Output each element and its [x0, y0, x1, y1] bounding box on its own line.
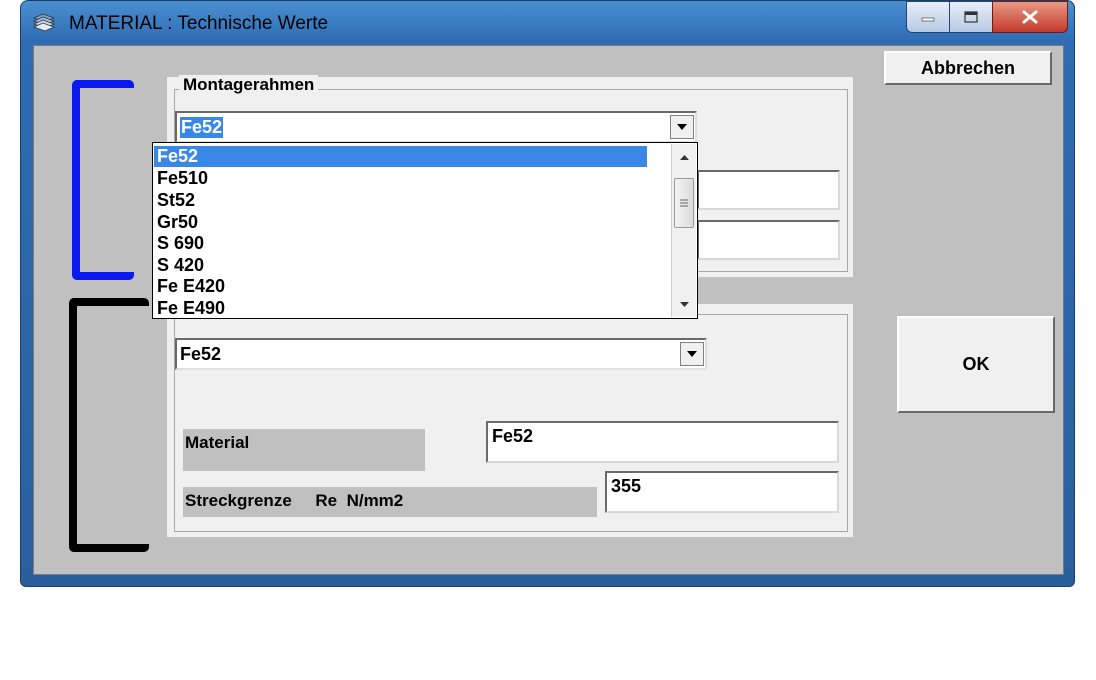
grip-icon [680, 199, 688, 207]
chevron-down-icon [677, 124, 687, 130]
dropdown-scrollbar[interactable] [671, 144, 696, 317]
title-bar[interactable]: MATERIAL : Technische Werte [21, 1, 1074, 45]
montagerahmen-field-2[interactable] [697, 220, 840, 260]
dropdown-option[interactable]: Fe E420 [154, 276, 647, 297]
chevron-up-icon [679, 154, 689, 160]
dropdown-option[interactable]: Fe52 [154, 146, 647, 167]
dropdown-option[interactable]: St52 [154, 190, 647, 211]
scroll-up-button[interactable] [672, 146, 696, 168]
dropdown-option[interactable]: Gr50 [154, 212, 647, 233]
maximize-button[interactable] [949, 1, 993, 33]
lower-material-combo[interactable]: Fe52 [175, 338, 707, 370]
black-bracket-marker [69, 298, 149, 552]
cancel-button[interactable]: Abbrechen [884, 51, 1052, 85]
dropdown-option[interactable]: S 420 [154, 255, 647, 276]
dropdown-option[interactable]: S 690 [154, 233, 647, 254]
combo-selected-value: Fe52 [180, 117, 224, 138]
streckgrenze-field[interactable]: 355 [605, 471, 839, 513]
material-value: Fe52 [492, 426, 534, 446]
minimize-icon [921, 17, 935, 22]
montagerahmen-dropdown-list[interactable]: Fe52 Fe510 St52 Gr50 S 690 S 420 Fe E420… [152, 142, 698, 319]
lower-material-group: Fe52 Material Fe52 Streckgrenze Re N/mm2… [167, 304, 853, 537]
dropdown-option[interactable]: Fe510 [154, 168, 647, 189]
combo-dropdown-button[interactable] [670, 115, 694, 139]
chevron-down-icon [679, 301, 689, 307]
scroll-down-button[interactable] [672, 293, 696, 315]
material-label: Material [183, 429, 425, 471]
combo-dropdown-button[interactable] [680, 342, 704, 366]
blue-bracket-marker [72, 80, 134, 280]
close-icon [1022, 10, 1038, 24]
chevron-down-icon [687, 351, 697, 357]
montagerahmen-field-1[interactable] [697, 170, 840, 210]
maximize-icon [964, 11, 978, 23]
combo-selected-value: Fe52 [180, 344, 222, 364]
close-button[interactable] [992, 1, 1068, 33]
ok-button[interactable]: OK [897, 316, 1055, 413]
montagerahmen-legend: Montagerahmen [179, 75, 319, 95]
minimize-button[interactable] [906, 1, 950, 33]
dropdown-option[interactable]: Fe E490 [154, 298, 647, 319]
app-icon [32, 13, 56, 33]
window-title: MATERIAL : Technische Werte [69, 13, 329, 34]
material-field[interactable]: Fe52 [486, 421, 839, 463]
montagerahmen-material-combo[interactable]: Fe52 [175, 111, 697, 143]
window-controls [906, 1, 1068, 35]
streckgrenze-label: Streckgrenze Re N/mm2 [183, 487, 597, 517]
streckgrenze-value: 355 [611, 476, 642, 496]
scroll-thumb[interactable] [674, 178, 694, 228]
